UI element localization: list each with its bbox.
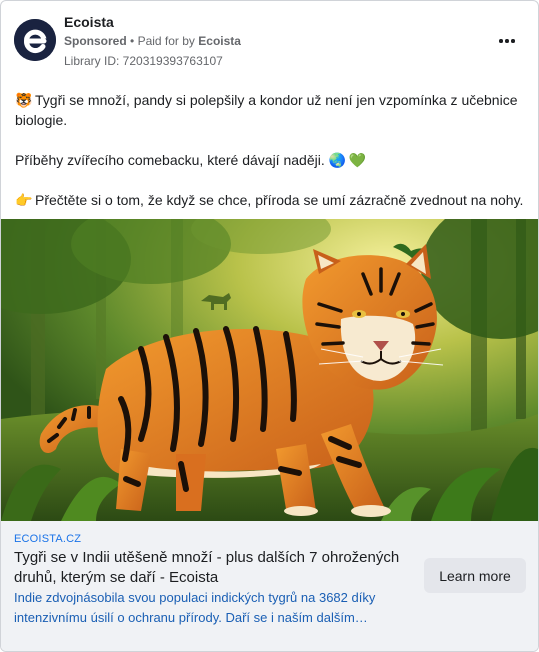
tiger-jungle-image [1,219,538,521]
ad-card: Ecoista Sponsored • Paid for by Ecoista … [0,0,539,652]
ecoista-logo-icon [14,19,56,61]
advertiser-name[interactable]: Ecoista [64,14,114,30]
library-id: Library ID: 720319393763107 [64,54,223,68]
separator-dot: • [130,34,135,48]
post-paragraph-3: 👉 Přečtěte si o tom, že když se chce, pří… [15,190,527,210]
sponsored-label: Sponsored [64,34,127,48]
link-domain[interactable]: ECOISTA.CZ [14,533,81,545]
learn-more-button[interactable]: Learn more [424,558,526,593]
post-line-1: Tygři se množí, pandy si polepšily a kon… [15,92,518,128]
link-headline[interactable]: Tygři se v Indii utěšeně množí - plus da… [14,548,419,588]
globe-icon: 🌏 [328,152,347,168]
paid-for-name: Ecoista [198,34,241,48]
post-line-2: Příběhy zvířecího comebacku, které dávaj… [15,152,325,168]
more-options-icon[interactable] [495,31,519,51]
ad-header: Ecoista Sponsored • Paid for by Ecoista … [1,1,538,79]
pointing-hand-icon: 👉 [15,192,33,208]
post-line-3: Přečtěte si o tom, že když se chce, přír… [35,192,524,208]
paid-for-prefix: Paid for by [137,34,195,48]
post-paragraph-1: 🐯 Tygři se množí, pandy si polepšily a ko… [15,90,527,130]
green-heart-icon: 💚 [348,152,367,168]
link-preview[interactable]: ECOISTA.CZ Tygři se v Indii utěšeně množ… [1,521,538,651]
tiger-face-icon: 🐯 [15,92,33,108]
advertiser-logo[interactable] [14,19,56,61]
link-description[interactable]: Indie zdvojnásobila svou populaci indick… [14,588,414,628]
sponsored-line: Sponsored • Paid for by Ecoista [64,34,241,48]
post-paragraph-2: Příběhy zvířecího comebacku, které dávaj… [15,150,527,170]
post-text: 🐯 Tygři se množí, pandy si polepšily a ko… [15,90,527,210]
ad-image[interactable] [1,219,538,521]
